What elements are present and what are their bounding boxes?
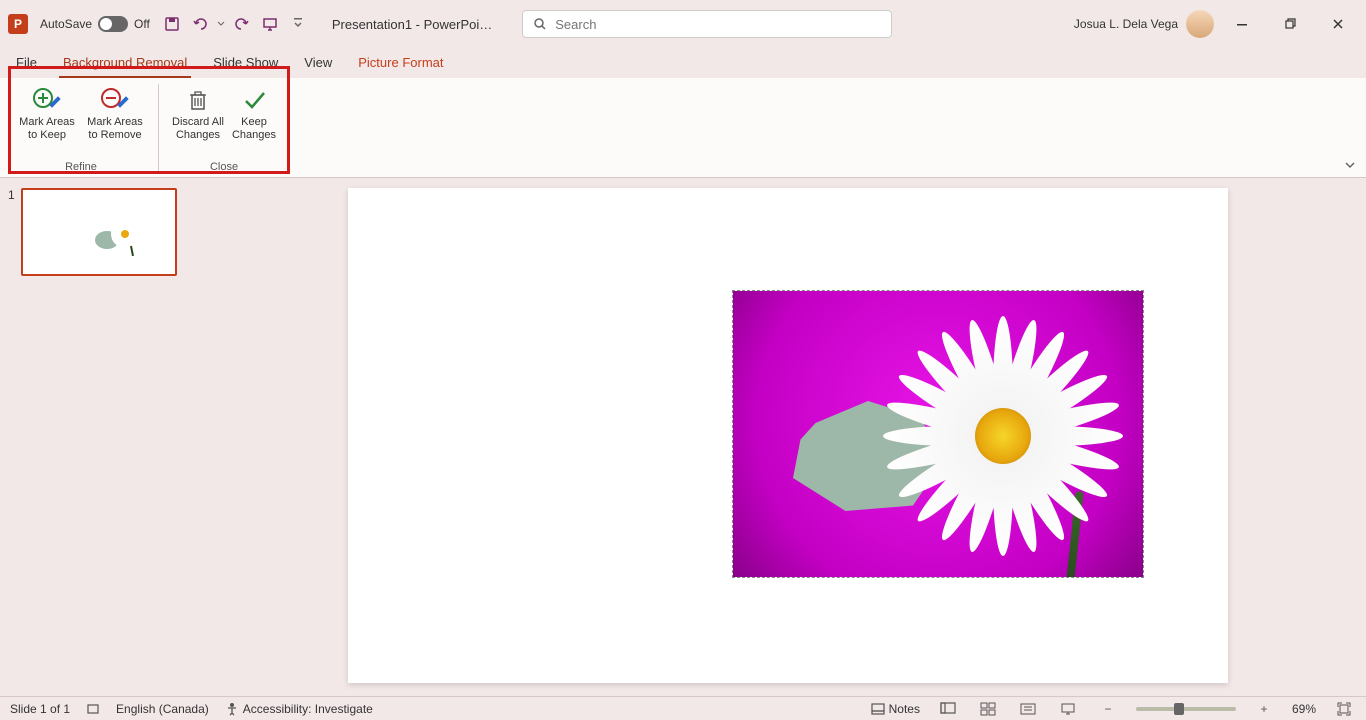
zoom-in-button[interactable]: + xyxy=(1252,700,1276,718)
mark-areas-keep-button[interactable]: Mark Areas to Keep xyxy=(14,82,80,159)
undo-icon xyxy=(192,16,208,32)
present-icon xyxy=(262,16,278,32)
tab-file[interactable]: File xyxy=(12,49,41,78)
mark-keep-label: Mark Areas to Keep xyxy=(16,116,78,142)
save-icon xyxy=(164,16,180,32)
search-icon xyxy=(533,17,547,31)
minimize-icon xyxy=(1236,18,1248,30)
keep-changes-button[interactable]: Keep Changes xyxy=(229,82,279,159)
thumbnail-number: 1 xyxy=(8,188,15,276)
chevron-down-icon xyxy=(217,20,225,28)
main-area: 1 xyxy=(0,178,1366,696)
mark-remove-label: Mark Areas to Remove xyxy=(84,116,146,142)
picture-background-removal-preview xyxy=(733,291,1143,577)
ribbon-group-refine: Mark Areas to Keep Mark Areas to Remove … xyxy=(8,78,154,177)
trash-icon xyxy=(182,86,214,114)
collapse-ribbon-button[interactable] xyxy=(1344,159,1356,171)
slide-thumbnail-panel[interactable]: 1 xyxy=(0,178,210,696)
refine-group-label: Refine xyxy=(65,161,97,173)
slide-counter[interactable]: Slide 1 of 1 xyxy=(10,702,70,716)
flower-image xyxy=(863,296,1143,576)
tab-slide-show[interactable]: Slide Show xyxy=(209,49,282,78)
toggle-switch[interactable] xyxy=(98,16,128,32)
reading-icon xyxy=(1020,702,1036,716)
language-status[interactable]: English (Canada) xyxy=(116,702,209,716)
zoom-level[interactable]: 69% xyxy=(1292,702,1316,716)
customize-qat-button[interactable] xyxy=(286,12,310,36)
restore-button[interactable] xyxy=(1270,10,1310,38)
thumbnail-item[interactable]: 1 xyxy=(8,188,210,276)
minus-pencil-icon xyxy=(99,86,131,114)
customize-icon xyxy=(293,17,303,31)
undo-dropdown[interactable] xyxy=(216,12,226,36)
autosave-label: AutoSave xyxy=(40,17,92,31)
fit-to-window-button[interactable] xyxy=(1332,700,1356,718)
chevron-down-icon xyxy=(1344,159,1356,171)
zoom-slider-thumb[interactable] xyxy=(1174,703,1184,715)
close-group-label: Close xyxy=(210,161,238,173)
autosave-toggle[interactable]: AutoSave Off xyxy=(40,16,150,32)
zoom-slider[interactable] xyxy=(1136,707,1236,711)
title-bar: P AutoSave Off Presentation1 - PowerPoi…… xyxy=(0,0,1366,48)
minimize-button[interactable] xyxy=(1222,10,1262,38)
save-button[interactable] xyxy=(160,12,184,36)
slide-sorter-view-button[interactable] xyxy=(976,700,1000,718)
notes-button[interactable]: Notes xyxy=(871,702,920,716)
restore-icon xyxy=(1284,18,1296,30)
user-avatar[interactable] xyxy=(1186,10,1214,38)
check-icon xyxy=(238,86,270,114)
spellcheck-icon[interactable] xyxy=(86,702,100,716)
undo-button[interactable] xyxy=(188,12,212,36)
slide-canvas[interactable] xyxy=(348,188,1228,683)
slideshow-view-button[interactable] xyxy=(1056,700,1080,718)
redo-icon xyxy=(234,16,250,32)
normal-view-button[interactable] xyxy=(936,700,960,718)
tab-background-removal[interactable]: Background Removal xyxy=(59,49,191,78)
close-icon xyxy=(1332,18,1344,30)
sorter-icon xyxy=(980,702,996,716)
plus-pencil-icon xyxy=(31,86,63,114)
zoom-out-button[interactable]: − xyxy=(1096,700,1120,718)
selected-picture[interactable] xyxy=(732,290,1144,578)
fit-icon xyxy=(1337,702,1351,716)
app-icon: P xyxy=(8,14,28,34)
ribbon-tabs: File Background Removal Slide Show View … xyxy=(0,48,1366,78)
accessibility-status[interactable]: Accessibility: Investigate xyxy=(225,702,373,716)
ribbon-separator xyxy=(158,84,159,171)
search-box[interactable] xyxy=(522,10,892,38)
search-input[interactable] xyxy=(555,17,881,32)
present-from-start-button[interactable] xyxy=(258,12,282,36)
keep-label: Keep Changes xyxy=(231,116,277,142)
notes-icon xyxy=(871,703,885,715)
tab-picture-format[interactable]: Picture Format xyxy=(354,49,447,78)
slide-editor-area[interactable] xyxy=(210,178,1366,696)
document-title: Presentation1 - PowerPoi… xyxy=(332,17,492,32)
reading-view-button[interactable] xyxy=(1016,700,1040,718)
autosave-state: Off xyxy=(134,17,150,31)
status-bar: Slide 1 of 1 English (Canada) Accessibil… xyxy=(0,696,1366,720)
tab-view[interactable]: View xyxy=(300,49,336,78)
mark-areas-remove-button[interactable]: Mark Areas to Remove xyxy=(82,82,148,159)
discard-label: Discard All Changes xyxy=(171,116,225,142)
normal-view-icon xyxy=(940,702,956,716)
discard-changes-button[interactable]: Discard All Changes xyxy=(169,82,227,159)
ribbon-group-close: Discard All Changes Keep Changes Close xyxy=(163,78,285,177)
accessibility-icon xyxy=(225,702,239,716)
redo-button[interactable] xyxy=(230,12,254,36)
slide-thumbnail[interactable] xyxy=(21,188,177,276)
close-window-button[interactable] xyxy=(1318,10,1358,38)
slideshow-icon xyxy=(1060,702,1076,716)
thumbnail-preview xyxy=(91,216,147,256)
ribbon: Mark Areas to Keep Mark Areas to Remove … xyxy=(0,78,1366,178)
user-name: Josua L. Dela Vega xyxy=(1074,17,1178,31)
